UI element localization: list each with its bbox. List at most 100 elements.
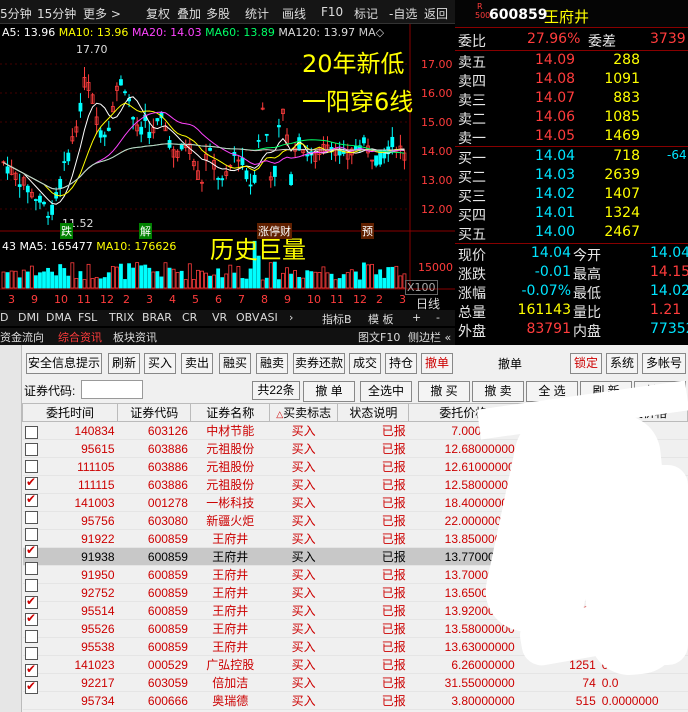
row-checkbox[interactable]	[25, 611, 38, 626]
toolbar-item-4[interactable]: 叠加	[177, 5, 201, 22]
toolbar-item-5[interactable]: 多股	[206, 5, 230, 22]
table-row[interactable]: 141023000529广弘控股买入已报6.2600000012510.0	[22, 655, 688, 674]
indicator-tab-11[interactable]: 指标B	[322, 311, 352, 327]
cell-dir: 买入	[269, 565, 338, 584]
info-tab-2[interactable]: 板块资讯	[113, 329, 157, 345]
row-checkbox[interactable]	[25, 562, 38, 575]
indicator-tab-5[interactable]: BRAR	[142, 311, 172, 324]
buy-change: -64	[667, 148, 687, 162]
indicator-tab-2[interactable]: DMA	[46, 311, 72, 324]
indicator-tab-1[interactable]: DMI	[18, 311, 39, 324]
indicator-tab-8[interactable]: OBV	[236, 311, 259, 324]
marker-jie[interactable]: 解	[139, 223, 152, 239]
cell-name: 元祖股份	[190, 475, 270, 494]
row-checkbox[interactable]	[25, 528, 38, 541]
info-tab-3[interactable]: 图文F10	[358, 329, 400, 345]
row-checkbox[interactable]	[25, 475, 38, 490]
action-button-1[interactable]: 全选中	[360, 381, 412, 402]
action-button-0[interactable]: 撤 单	[303, 381, 355, 402]
candle-body	[179, 143, 184, 150]
trade-button-2[interactable]: 买入	[144, 353, 176, 374]
indicator-tab-14[interactable]: -	[436, 311, 440, 324]
toolbar-item-8[interactable]: F10	[321, 5, 343, 19]
separator	[455, 146, 688, 147]
volume-bar	[102, 277, 107, 289]
column-header-0[interactable]: 委托时间	[22, 403, 118, 422]
trade-right-button-1[interactable]: 系统	[606, 353, 638, 374]
indicator-tab-7[interactable]: VR	[212, 311, 227, 324]
candle-body	[119, 79, 123, 86]
column-header-3[interactable]: △买卖标志	[268, 403, 339, 422]
toolbar-item-0[interactable]: 5分钟	[0, 5, 32, 22]
toolbar-item-6[interactable]: 统计	[245, 5, 269, 22]
row-checkbox[interactable]	[25, 630, 38, 643]
trade-button-1[interactable]: 刷新	[108, 353, 140, 374]
volume-bar	[200, 270, 204, 289]
action-button-3[interactable]: 撤 卖	[472, 381, 524, 402]
column-header-2[interactable]: 证券名称	[190, 403, 270, 422]
row-checkbox[interactable]	[25, 647, 38, 660]
toolbar-item-2[interactable]: 更多 >	[83, 5, 121, 22]
row-checkbox[interactable]	[25, 579, 38, 592]
row-checkbox[interactable]	[25, 426, 38, 439]
marker-die[interactable]: 跌	[60, 223, 73, 239]
buy-row-5: 买五 14.00 2467	[455, 224, 688, 243]
indicator-tab-3[interactable]: FSL	[78, 311, 97, 324]
volume-bar	[159, 276, 164, 289]
volume-bar	[86, 263, 91, 289]
row-checkbox[interactable]	[25, 511, 38, 524]
trade-button-5[interactable]: 融卖	[256, 353, 288, 374]
indicator-tab-12[interactable]: 模 板	[368, 311, 394, 327]
indicator-tab-10[interactable]: ›	[289, 311, 293, 324]
stat-value: 161143	[517, 302, 571, 318]
code-input[interactable]	[81, 380, 143, 399]
volume-bar	[13, 270, 18, 289]
trade-button-7[interactable]: 成交	[349, 353, 381, 374]
row-checkbox[interactable]	[25, 543, 38, 558]
toolbar-item-11[interactable]: 返回	[424, 5, 448, 22]
trade-button-0[interactable]: 安全信息提示	[26, 353, 102, 374]
cell-name: 奥瑞德	[190, 691, 270, 710]
row-checkbox[interactable]	[25, 492, 38, 507]
info-tab-1[interactable]: 综合资讯	[58, 329, 102, 345]
row-checkbox[interactable]	[25, 460, 38, 473]
toolbar-item-10[interactable]: -自选	[389, 5, 417, 22]
trade-button-8[interactable]: 持仓	[385, 353, 417, 374]
indicator-tab-6[interactable]: CR	[182, 311, 197, 324]
indicator-tab-0[interactable]: D	[0, 311, 8, 324]
marker-forecast[interactable]: 预	[361, 223, 374, 239]
trade-right-button-2[interactable]: 多帐号	[642, 353, 686, 374]
toolbar-item-9[interactable]: 标记	[354, 5, 378, 22]
toolbar-item-7[interactable]: 画线	[282, 5, 306, 22]
volume-bar	[38, 272, 42, 289]
row-checkbox[interactable]	[25, 662, 38, 677]
indicator-tab-13[interactable]: +	[412, 311, 421, 324]
trade-button-3[interactable]: 卖出	[181, 353, 213, 374]
trade-button-4[interactable]: 融买	[219, 353, 251, 374]
marker-limit-up[interactable]: 涨停财	[257, 223, 292, 239]
table-row[interactable]: 95734 600666 奥瑞德 买入 已报 3.80000000 515 0.0000000	[22, 691, 688, 710]
stat-value: 14.15	[650, 264, 688, 280]
indicator-tab-4[interactable]: TRIX	[109, 311, 134, 324]
kline-chart[interactable]: 17.00 16.00 15.00 14.00 13.00 12.00 3 9 10 11 12 2 3…	[0, 24, 455, 329]
row-checkbox[interactable]	[25, 679, 38, 694]
ma-more[interactable]: MA◇	[359, 26, 384, 39]
trade-button-9[interactable]: 撤单	[421, 353, 453, 374]
trade-right-button-0[interactable]: 锁定	[570, 353, 602, 374]
toolbar-item-3[interactable]: 复权	[146, 5, 170, 22]
info-tab-4[interactable]: 侧边栏 «	[408, 329, 451, 345]
trade-button-6[interactable]: 卖券还款	[293, 353, 345, 374]
row-checkbox[interactable]	[25, 594, 38, 609]
toolbar-item-1[interactable]: 15分钟	[37, 5, 76, 22]
table-row[interactable]: 92217 603059 倍加洁 买入 已报 31.55000000 74 0.0	[22, 673, 688, 692]
quote-header: R 500 600859 王府井	[455, 0, 688, 28]
action-button-2[interactable]: 撤 买	[418, 381, 470, 402]
indicator-tab-9[interactable]: ASI	[260, 311, 278, 324]
row-checkbox[interactable]	[25, 443, 38, 456]
volume-tick: 15000	[418, 261, 453, 274]
column-header-4[interactable]: 状态说明	[337, 403, 410, 422]
cell-name: 王府井	[190, 547, 270, 566]
column-header-1[interactable]: 证券代码	[116, 403, 192, 422]
volume-bar	[17, 277, 22, 289]
info-tab-0[interactable]: 资金流向	[0, 329, 44, 345]
